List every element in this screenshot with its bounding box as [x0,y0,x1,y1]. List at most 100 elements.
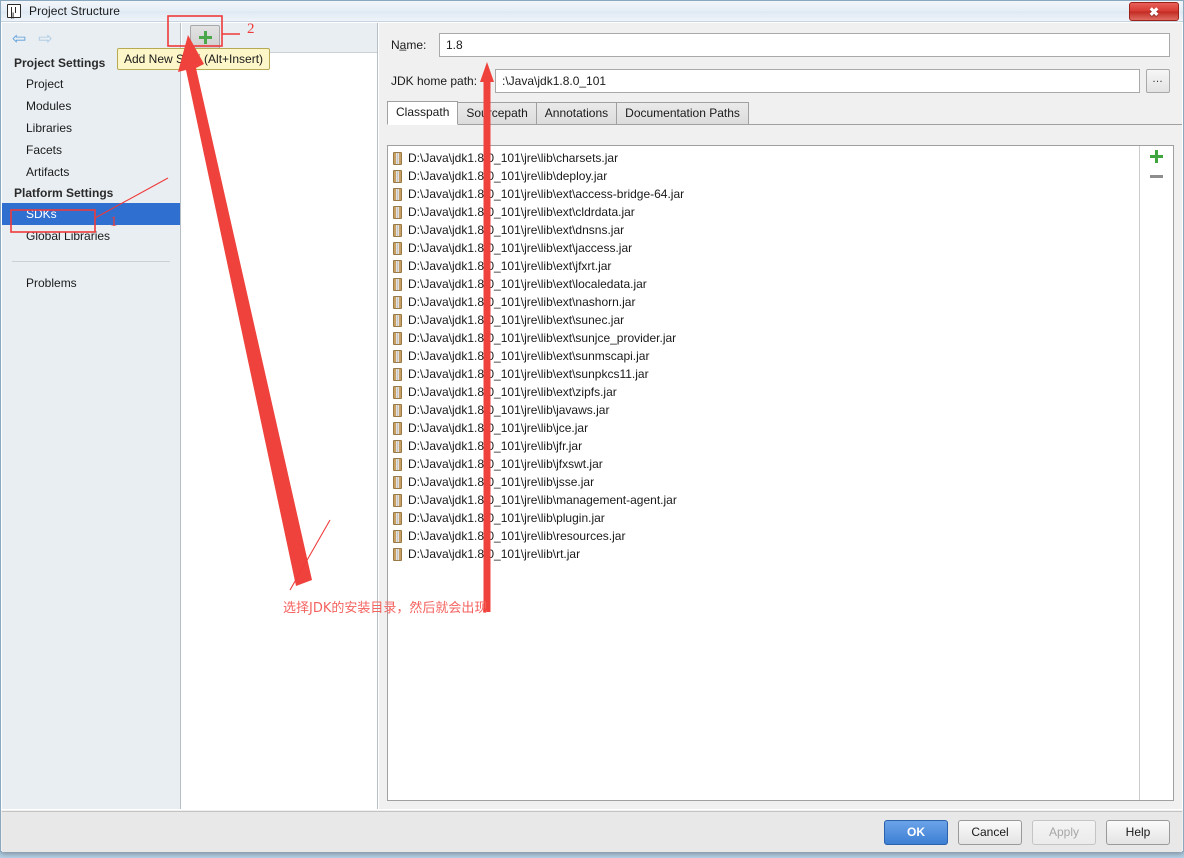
jar-file-icon [393,331,402,345]
classpath-entry-label: D:\Java\jdk1.8.0_101\jre\lib\ext\dnsns.j… [408,223,625,237]
classpath-entry-row[interactable]: D:\Java\jdk1.8.0_101\jre\lib\ext\zipfs.j… [388,383,1139,401]
sidebar-item-modules[interactable]: Modules [2,95,180,117]
classpath-entry-row[interactable]: D:\Java\jdk1.8.0_101\jre\lib\ext\nashorn… [388,293,1139,311]
classpath-entry-row[interactable]: D:\Java\jdk1.8.0_101\jre\lib\resources.j… [388,527,1139,545]
jdk-home-path-row: JDK home path: :\Java\jdk1.8.0_101 … [379,65,1182,97]
jdk-home-path-input[interactable]: :\Java\jdk1.8.0_101 [495,69,1140,93]
jar-file-icon [393,403,402,417]
add-new-sdk-tooltip: Add New SDK (Alt+Insert) [117,48,271,70]
tab-documentation-paths[interactable]: Documentation Paths [616,102,749,124]
plus-icon[interactable] [1150,150,1163,163]
dialog-footer: OK Cancel Apply Help [2,811,1182,852]
classpath-entry-row[interactable]: D:\Java\jdk1.8.0_101\jre\lib\ext\localed… [388,275,1139,293]
classpath-entry-label: D:\Java\jdk1.8.0_101\jre\lib\ext\sunpkcs… [408,367,649,381]
ok-button[interactable]: OK [884,819,948,845]
classpath-entry-row[interactable]: D:\Java\jdk1.8.0_101\jre\lib\jsse.jar [388,473,1139,491]
classpath-entry-row[interactable]: D:\Java\jdk1.8.0_101\jre\lib\javaws.jar [388,401,1139,419]
classpath-entry-label: D:\Java\jdk1.8.0_101\jre\lib\resources.j… [408,529,626,543]
help-button[interactable]: Help [1106,819,1170,845]
minus-icon[interactable] [1150,175,1163,178]
jar-file-icon [393,169,402,183]
jar-file-icon [393,205,402,219]
dialog-title: Project Structure [29,4,121,18]
dialog-body: ⇦ ⇨ Project Settings Project Modules Lib… [1,22,1183,810]
jar-file-icon [393,385,402,399]
classpath-entry-label: D:\Java\jdk1.8.0_101\jre\lib\ext\sunec.j… [408,313,625,327]
apply-button: Apply [1032,819,1096,845]
jar-file-icon [393,367,402,381]
plus-icon [198,31,212,44]
classpath-entry-row[interactable]: D:\Java\jdk1.8.0_101\jre\lib\rt.jar [388,545,1139,563]
jar-file-icon [393,493,402,507]
arrow-left-icon[interactable]: ⇦ [12,30,26,47]
classpath-list-container: D:\Java\jdk1.8.0_101\jre\lib\charsets.ja… [387,145,1174,801]
classpath-entry-row[interactable]: D:\Java\jdk1.8.0_101\jre\lib\ext\sunmsca… [388,347,1139,365]
ellipsis-icon: … [1152,72,1164,85]
sidebar-group-platform-settings: Platform Settings SDKs Global Libraries [2,183,180,247]
sdk-name-label: Na̲me: [391,38,427,52]
classpath-entry-row[interactable]: D:\Java\jdk1.8.0_101\jre\lib\ext\jfxrt.j… [388,257,1139,275]
sidebar-item-global-libraries[interactable]: Global Libraries [2,225,180,247]
tab-sourcepath[interactable]: Sourcepath [457,102,537,124]
sidebar-divider [12,261,170,262]
close-button[interactable]: ✖ [1129,2,1179,21]
classpath-entry-row[interactable]: D:\Java\jdk1.8.0_101\jre\lib\ext\sunec.j… [388,311,1139,329]
classpath-entry-label: D:\Java\jdk1.8.0_101\jre\lib\ext\localed… [408,277,647,291]
classpath-entry-label: D:\Java\jdk1.8.0_101\jre\lib\ext\jaccess… [408,241,633,255]
sidebar-item-sdks[interactable]: SDKs [2,203,180,225]
jar-file-icon [393,277,402,291]
details-tabstrip: Classpath Sourcepath Annotations Documen… [387,101,1182,125]
classpath-entry-row[interactable]: D:\Java\jdk1.8.0_101\jre\lib\jfr.jar [388,437,1139,455]
jar-file-icon [393,457,402,471]
add-new-sdk-button[interactable] [190,24,220,51]
sidebar-item-facets[interactable]: Facets [2,139,180,161]
jar-file-icon [393,313,402,327]
tab-annotations[interactable]: Annotations [535,102,618,124]
classpath-entry-row[interactable]: D:\Java\jdk1.8.0_101\jre\lib\ext\access-… [388,185,1139,203]
arrow-right-icon[interactable]: ⇨ [38,30,52,47]
jar-file-icon [393,439,402,453]
classpath-entry-label: D:\Java\jdk1.8.0_101\jre\lib\ext\cldrdat… [408,205,635,219]
classpath-list[interactable]: D:\Java\jdk1.8.0_101\jre\lib\charsets.ja… [388,146,1139,800]
jar-file-icon [393,529,402,543]
classpath-entry-label: D:\Java\jdk1.8.0_101\jre\lib\management-… [408,493,677,507]
classpath-entry-label: D:\Java\jdk1.8.0_101\jre\lib\ext\access-… [408,187,685,201]
classpath-entry-label: D:\Java\jdk1.8.0_101\jre\lib\rt.jar [408,547,581,561]
classpath-entry-label: D:\Java\jdk1.8.0_101\jre\lib\ext\jfxrt.j… [408,259,612,273]
classpath-list-buttons [1139,146,1173,800]
browse-button[interactable]: … [1146,69,1170,93]
jar-file-icon [393,475,402,489]
classpath-entry-row[interactable]: D:\Java\jdk1.8.0_101\jre\lib\ext\jaccess… [388,239,1139,257]
classpath-entry-label: D:\Java\jdk1.8.0_101\jre\lib\charsets.ja… [408,151,619,165]
cancel-button[interactable]: Cancel [958,819,1022,845]
tab-classpath[interactable]: Classpath [387,101,459,125]
classpath-entry-row[interactable]: D:\Java\jdk1.8.0_101\jre\lib\jce.jar [388,419,1139,437]
classpath-entry-label: D:\Java\jdk1.8.0_101\jre\lib\jfr.jar [408,439,583,453]
sdk-details-pane: Na̲me: 1.8 JDK home path: :\Java\jdk1.8.… [379,23,1182,809]
classpath-entry-row[interactable]: D:\Java\jdk1.8.0_101\jre\lib\ext\sunjce_… [388,329,1139,347]
classpath-entry-row[interactable]: D:\Java\jdk1.8.0_101\jre\lib\charsets.ja… [388,149,1139,167]
classpath-entry-label: D:\Java\jdk1.8.0_101\jre\lib\ext\zipfs.j… [408,385,617,399]
classpath-entry-label: D:\Java\jdk1.8.0_101\jre\lib\javaws.jar [408,403,610,417]
sidebar-group-header: Platform Settings [14,186,114,200]
sidebar-group-project-settings: Project Settings Project Modules Librari… [2,53,180,183]
sidebar-item-libraries[interactable]: Libraries [2,117,180,139]
sidebar-item-artifacts[interactable]: Artifacts [2,161,180,183]
classpath-entry-label: D:\Java\jdk1.8.0_101\jre\lib\jce.jar [408,421,589,435]
jdk-home-path-label: JDK home path: [391,74,478,88]
sdk-name-input[interactable]: 1.8 [439,33,1170,57]
jar-file-icon [393,511,402,525]
classpath-entry-label: D:\Java\jdk1.8.0_101\jre\lib\ext\nashorn… [408,295,636,309]
sidebar-item-project[interactable]: Project [2,73,180,95]
sdk-list-pane [182,23,378,809]
classpath-entry-row[interactable]: D:\Java\jdk1.8.0_101\jre\lib\ext\sunpkcs… [388,365,1139,383]
classpath-entry-row[interactable]: D:\Java\jdk1.8.0_101\jre\lib\deploy.jar [388,167,1139,185]
classpath-entry-row[interactable]: D:\Java\jdk1.8.0_101\jre\lib\jfxswt.jar [388,455,1139,473]
classpath-entry-row[interactable]: D:\Java\jdk1.8.0_101\jre\lib\ext\dnsns.j… [388,221,1139,239]
intellij-idea-icon [7,4,21,18]
sidebar-item-problems[interactable]: Problems [2,272,180,294]
jar-file-icon [393,241,402,255]
classpath-entry-row[interactable]: D:\Java\jdk1.8.0_101\jre\lib\plugin.jar [388,509,1139,527]
classpath-entry-row[interactable]: D:\Java\jdk1.8.0_101\jre\lib\ext\cldrdat… [388,203,1139,221]
classpath-entry-row[interactable]: D:\Java\jdk1.8.0_101\jre\lib\management-… [388,491,1139,509]
